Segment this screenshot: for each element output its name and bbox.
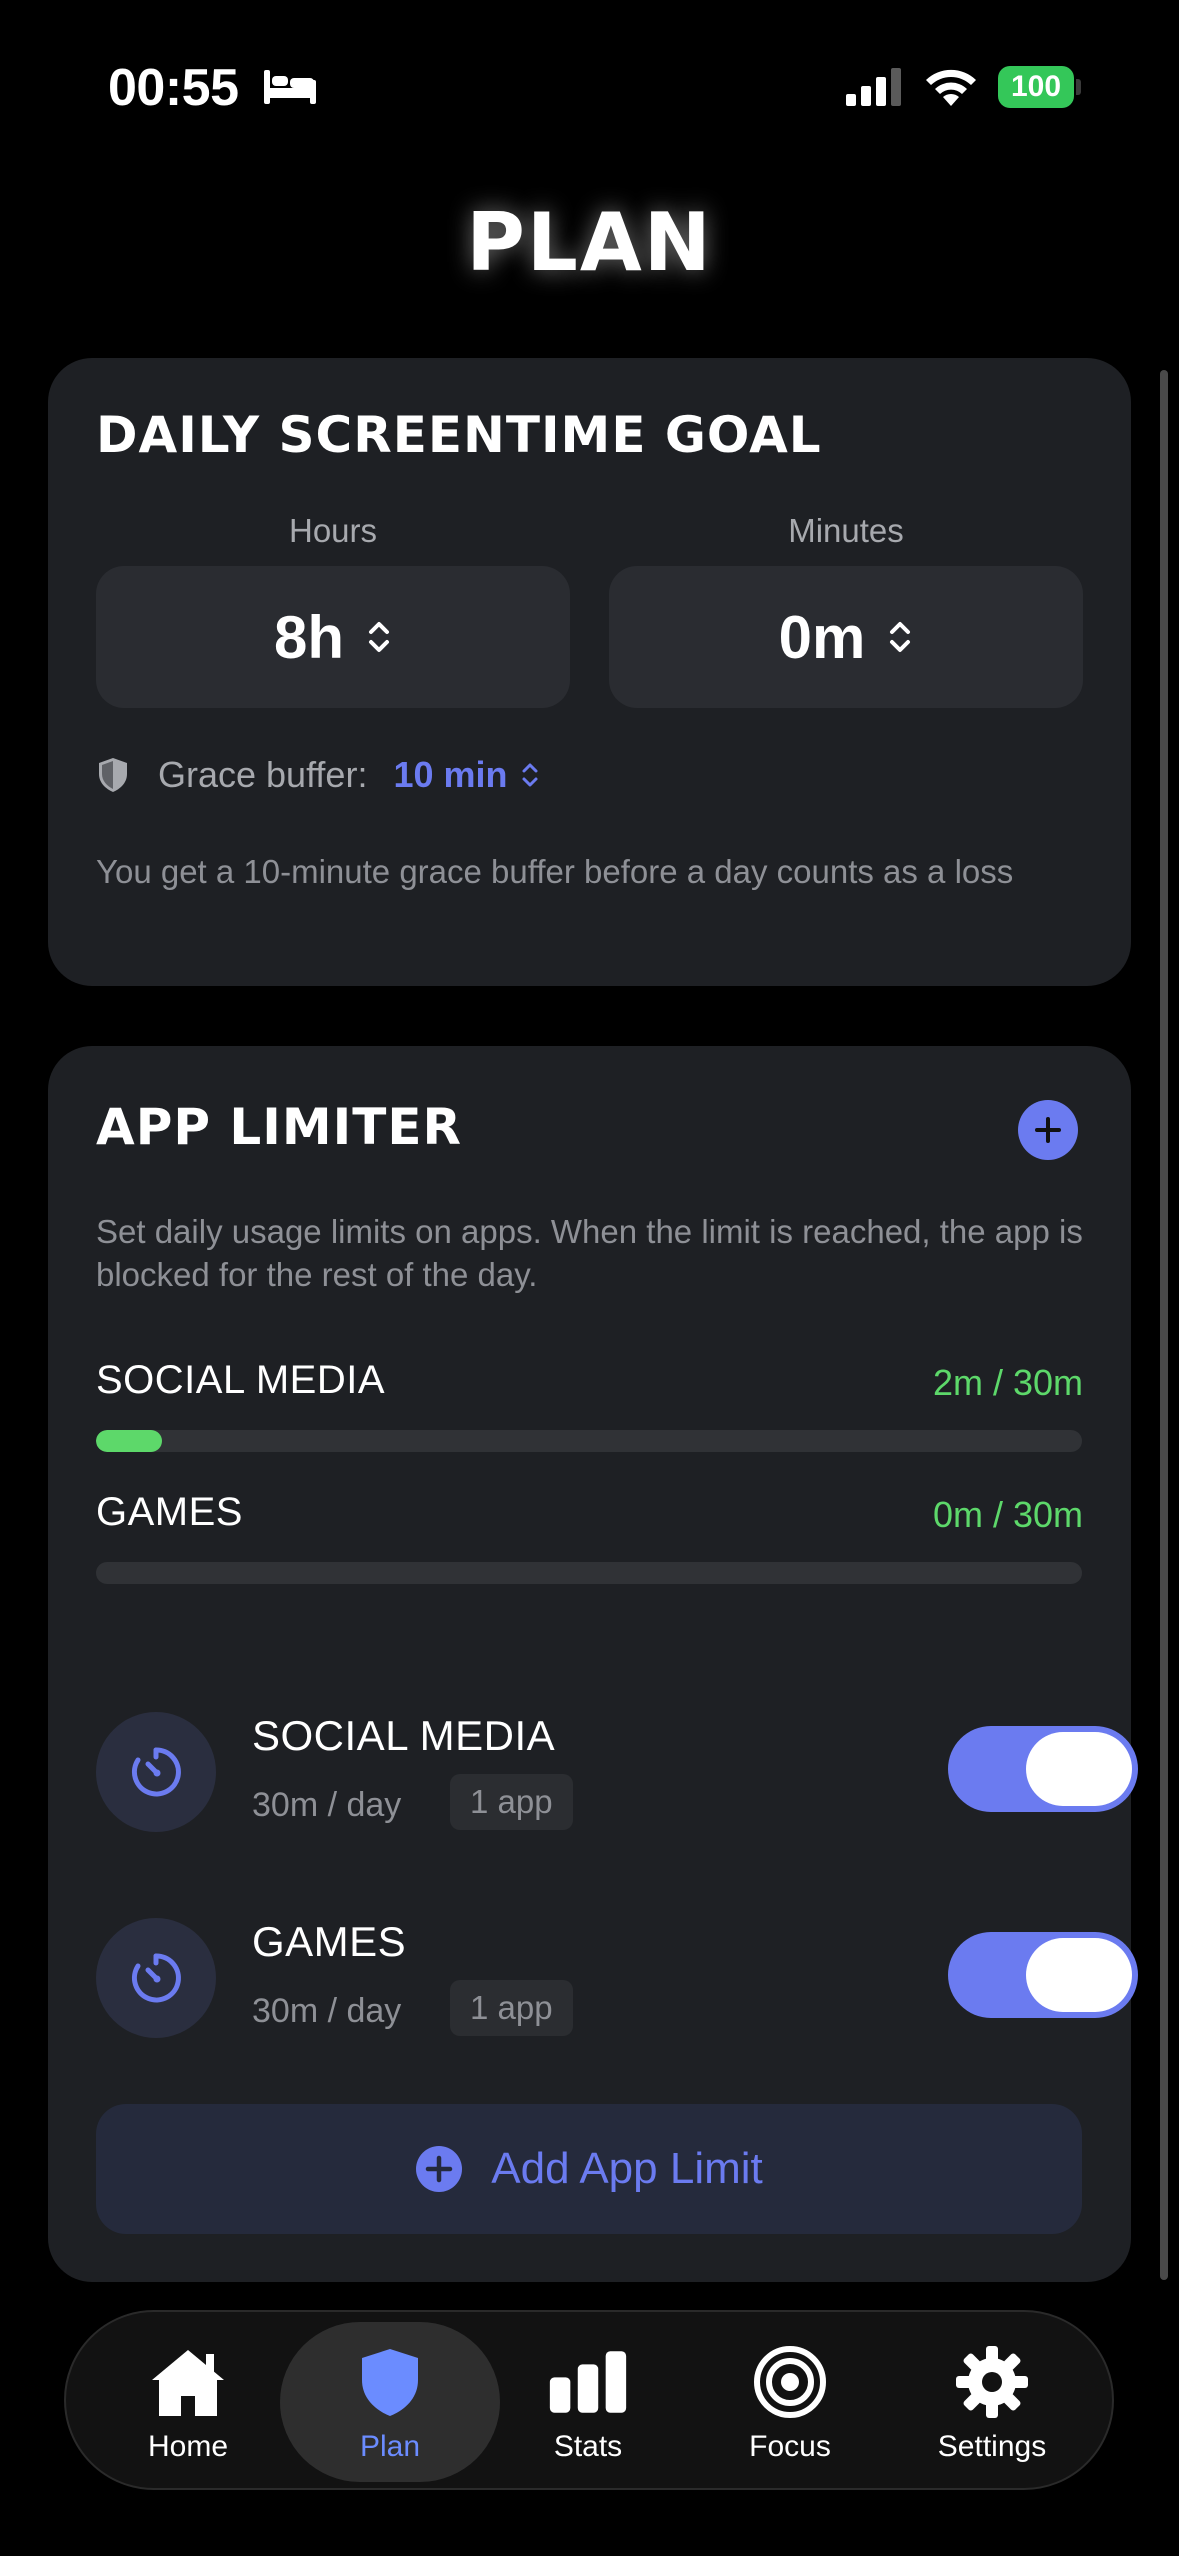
usage-amount: 0m / 30m — [932, 1494, 1083, 1535]
app-limiter-card: APP LIMITER Set daily usage limits on ap… — [48, 1046, 1138, 2282]
tab-plan[interactable]: Plan — [290, 2312, 490, 2492]
tab-label: Settings — [937, 2430, 1047, 2463]
status-time: 00:55 — [108, 59, 239, 117]
home-icon — [152, 2350, 224, 2416]
shield-icon — [99, 758, 127, 792]
add-app-limit-button[interactable]: Add App Limit — [96, 2104, 1082, 2234]
bed-icon — [264, 70, 316, 104]
plan-screen: 00:55 100 PLAN DAILY SCREENTIME GOAL Hou… — [0, 0, 1179, 2556]
tab-stats[interactable]: Stats — [488, 2312, 688, 2492]
tab-label: Stats — [553, 2430, 623, 2463]
limit-toggle[interactable] — [948, 1726, 1138, 1812]
usage-name: SOCIAL MEDIA — [96, 1358, 386, 1402]
tab-home[interactable]: Home — [88, 2312, 288, 2492]
scrollbar[interactable] — [1160, 370, 1168, 2280]
plus-circle-icon — [416, 2146, 463, 2192]
minutes-picker[interactable]: 0m — [609, 566, 1083, 708]
tab-label: Home — [147, 2430, 229, 2463]
tab-bar: Home Plan Stats Focus Settings — [64, 2310, 1114, 2490]
plus-icon — [1035, 1117, 1061, 1143]
tab-label: Focus — [749, 2430, 831, 2463]
grace-buffer-row: Grace buffer: 10 min — [96, 754, 540, 796]
screentime-goal-card: DAILY SCREENTIME GOAL Hours 8h Minutes 0… — [48, 358, 1131, 986]
battery-indicator: 100 — [998, 66, 1081, 108]
usage-progress-bar — [96, 1562, 1082, 1584]
cellular-signal-icon — [846, 68, 901, 106]
limit-per-day: 30m / day — [252, 1992, 402, 2030]
wifi-icon — [926, 69, 976, 106]
page-title: PLAN — [466, 196, 713, 289]
timer-icon — [131, 1747, 181, 1797]
hours-picker[interactable]: 8h — [96, 566, 570, 708]
toggle-knob — [1026, 1732, 1132, 1806]
hours-value: 8h — [273, 603, 345, 671]
tab-label: Plan — [359, 2430, 421, 2463]
app-count-chip: 1 app — [450, 1980, 573, 2036]
goal-heading: DAILY SCREENTIME GOAL — [96, 406, 822, 464]
stats-icon — [549, 2351, 627, 2413]
limit-toggle[interactable] — [948, 1932, 1138, 2018]
limit-name: GAMES — [252, 1918, 407, 1965]
grace-buffer-label: Grace buffer: — [158, 754, 368, 795]
usage-amount: 2m / 30m — [932, 1362, 1083, 1403]
hours-label: Hours — [288, 512, 378, 549]
minutes-label: Minutes — [788, 512, 904, 549]
add-app-limit-label: Add App Limit — [491, 2144, 763, 2193]
minutes-value: 0m — [778, 603, 866, 671]
grace-buffer-note: You get a 10-minute grace buffer before … — [96, 853, 1014, 890]
usage-name: GAMES — [96, 1490, 243, 1534]
list-item[interactable]: GAMES 30m / day 1 app — [96, 1918, 1138, 2042]
usage-progress-fill — [96, 1430, 163, 1452]
list-item[interactable]: SOCIAL MEDIA 30m / day 1 app — [96, 1712, 1138, 1836]
gear-icon — [956, 2346, 1028, 2418]
usage-progress-bar — [96, 1430, 1082, 1452]
limit-name: SOCIAL MEDIA — [252, 1712, 556, 1759]
battery-cap — [1076, 79, 1081, 95]
grace-buffer-value[interactable]: 10 min — [393, 754, 507, 796]
tab-settings[interactable]: Settings — [892, 2312, 1092, 2492]
battery-level: 100 — [998, 66, 1074, 108]
tab-focus[interactable]: Focus — [690, 2312, 890, 2492]
chevron-up-down-icon[interactable] — [520, 760, 540, 790]
app-limiter-heading: APP LIMITER — [96, 1098, 462, 1156]
shield-icon — [362, 2349, 418, 2416]
add-limit-plus-button[interactable] — [1018, 1100, 1078, 1160]
chevron-up-down-icon — [369, 622, 390, 652]
timer-badge — [96, 1712, 216, 1832]
timer-badge — [96, 1918, 216, 2038]
chevron-up-down-icon — [890, 622, 911, 652]
toggle-knob — [1026, 1938, 1132, 2012]
app-count-chip: 1 app — [450, 1774, 573, 1830]
app-limiter-description: Set daily usage limits on apps. When the… — [96, 1213, 1083, 1293]
target-icon — [754, 2346, 826, 2418]
limit-per-day: 30m / day — [252, 1786, 402, 1824]
timer-icon — [131, 1953, 181, 2003]
